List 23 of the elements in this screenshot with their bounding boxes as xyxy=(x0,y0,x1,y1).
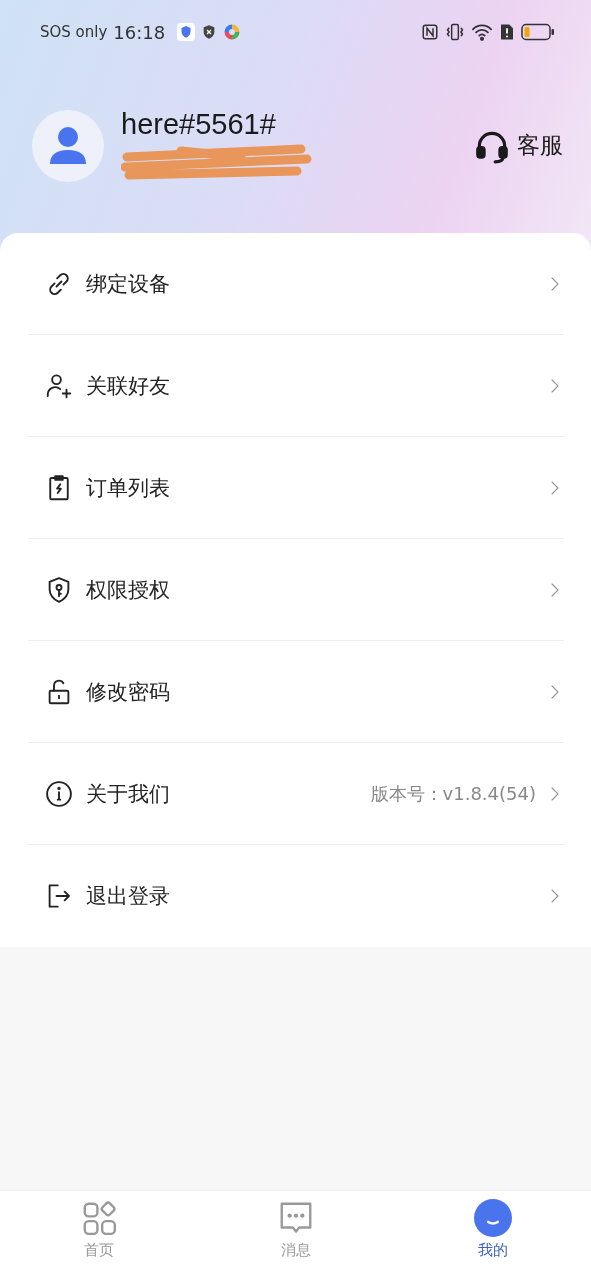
shield-icon xyxy=(177,23,196,41)
user-icon xyxy=(49,125,87,166)
smile-icon xyxy=(473,1199,512,1237)
version-text: 版本号：v1.8.4(54) xyxy=(370,781,536,806)
app-icon xyxy=(223,23,242,41)
wifi-icon xyxy=(471,22,493,42)
info-icon xyxy=(44,778,74,809)
menu-item[interactable]: 权限授权 xyxy=(28,539,564,641)
menu-item[interactable]: 绑定设备 xyxy=(28,233,564,335)
menu-item[interactable]: 修改密码 xyxy=(28,641,564,743)
menu-item[interactable]: 订单列表 xyxy=(28,437,564,539)
menu-item[interactable]: 关于我们 版本号：v1.8.4(54) xyxy=(28,743,564,845)
menu-item[interactable]: 关联好友 xyxy=(28,335,564,437)
username: here#5561# xyxy=(121,108,277,141)
battery-icon xyxy=(521,23,555,41)
sim-alert-icon xyxy=(499,23,515,41)
menu-item[interactable]: 退出登录 xyxy=(28,845,564,947)
customer-service-button[interactable]: 客服 xyxy=(473,126,563,165)
carrier-text: SOS only xyxy=(40,23,108,41)
clock: 16:18 xyxy=(113,21,166,43)
vibrate-icon xyxy=(445,22,465,42)
tab[interactable]: 我的 xyxy=(394,1191,591,1280)
nfc-icon xyxy=(421,23,439,41)
